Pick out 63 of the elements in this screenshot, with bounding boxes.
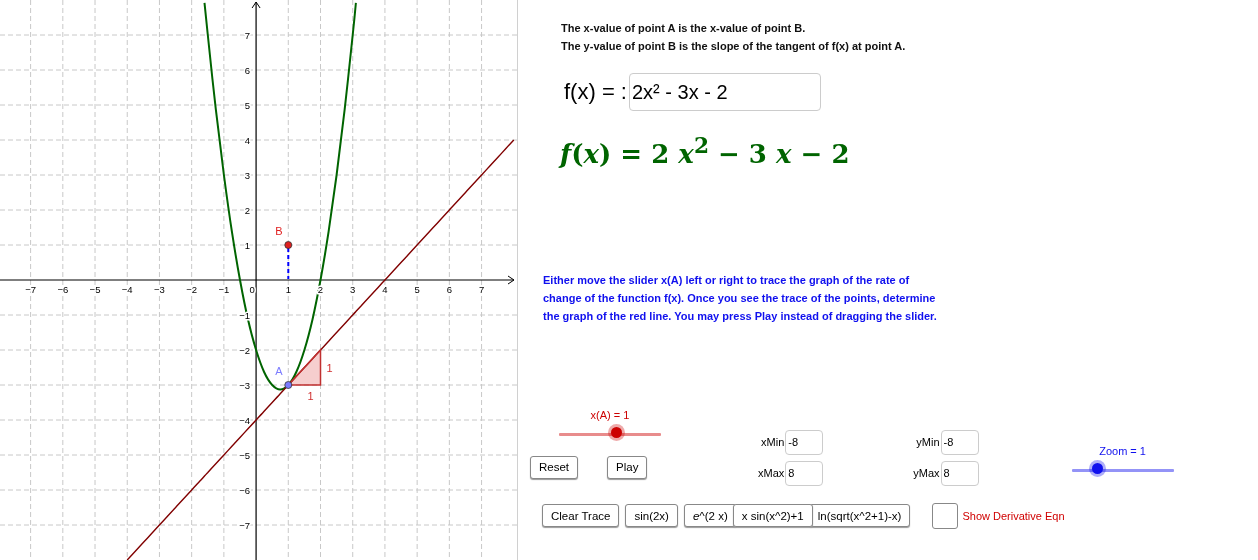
dashed-line bbox=[287, 247, 290, 280]
input-field[interactable]: 8 bbox=[940, 460, 979, 486]
field-label: xMin bbox=[760, 436, 785, 449]
field-label: xMax bbox=[758, 467, 785, 480]
slider-thumb[interactable] bbox=[1092, 462, 1104, 474]
tick-label: 4 bbox=[382, 284, 388, 295]
input-field[interactable]: -8 bbox=[940, 429, 979, 455]
rise-label: 1 bbox=[326, 361, 333, 374]
point-label: A bbox=[275, 365, 283, 377]
instruction-text: The y-value of point B is the slope of the tangent of f(x) at point A. bbox=[561, 39, 907, 54]
tick-label: −4 bbox=[121, 284, 133, 295]
control-button[interactable]: Play bbox=[607, 455, 648, 479]
run-label: 1 bbox=[307, 390, 314, 402]
field-label: yMax bbox=[913, 467, 940, 480]
tick-label: 3 bbox=[350, 284, 356, 295]
tick-label: 4 bbox=[244, 135, 251, 146]
tick-label: −7 bbox=[239, 520, 251, 531]
point-label: B bbox=[275, 225, 283, 237]
tick-label: −3 bbox=[239, 380, 251, 391]
tick-label: −1 bbox=[218, 284, 230, 295]
input-field[interactable]: 8 bbox=[785, 460, 824, 486]
function-button[interactable]: Clear Trace bbox=[542, 504, 620, 528]
function-input-field[interactable]: 2x² - 3x - 2 bbox=[628, 73, 821, 111]
tick-label: 5 bbox=[414, 284, 420, 295]
tick-label: −5 bbox=[89, 284, 101, 295]
checkbox[interactable] bbox=[932, 502, 959, 529]
input-field[interactable]: -8 bbox=[785, 429, 824, 455]
tick-label: −7 bbox=[25, 284, 36, 295]
field-label: yMin bbox=[915, 436, 940, 449]
tick-label: 2 bbox=[317, 284, 324, 295]
tick-label: 3 bbox=[244, 170, 251, 181]
slider-label: Zoom = 1 bbox=[1099, 443, 1146, 458]
slider-label: x(A) = 1 bbox=[590, 407, 630, 422]
function-button[interactable]: e^(2 x) bbox=[683, 504, 737, 528]
slider-thumb[interactable] bbox=[611, 426, 623, 438]
slider-track[interactable] bbox=[559, 432, 661, 436]
tick-label: 6 bbox=[244, 65, 251, 76]
tick-label: 1 bbox=[244, 240, 251, 251]
tick-label: 0 bbox=[249, 284, 255, 295]
function-button[interactable]: sin(2x) bbox=[625, 504, 678, 528]
tick-label: 7 bbox=[478, 284, 485, 295]
slider-track[interactable] bbox=[1071, 468, 1174, 472]
instruction-text: Either move the slider x(A) left or right to trace the graph of the rate of change of the function f(x). Once you see the trace of the points, determine the graph of the red line. You may press Play instead of dragging the slider. bbox=[543, 272, 938, 324]
control-button[interactable]: Reset bbox=[530, 455, 579, 479]
tick-label: −3 bbox=[154, 284, 165, 295]
tick-label: −6 bbox=[239, 485, 251, 496]
checkbox-label: Show Derivative Eqn bbox=[962, 509, 1065, 522]
formula-text: f(x) = 2 x$^{2}$ − 3 x − 2 bbox=[560, 132, 851, 171]
tick-label: 1 bbox=[285, 284, 291, 295]
instruction-text: The x-value of point A is the x-value of point B. bbox=[561, 21, 807, 36]
input-label: f(x) = : bbox=[564, 79, 627, 105]
tick-label: −5 bbox=[239, 450, 251, 461]
tick-label: −2 bbox=[186, 284, 198, 295]
tick-label: 2 bbox=[244, 205, 251, 216]
tick-label: 5 bbox=[244, 100, 251, 111]
tick-label: 6 bbox=[446, 284, 452, 295]
tick-label: −2 bbox=[239, 345, 251, 356]
tick-label: 7 bbox=[244, 30, 251, 41]
tick-label: −4 bbox=[239, 415, 251, 426]
function-button[interactable]: x sin(x^2)+1 bbox=[732, 504, 813, 528]
tick-label: −6 bbox=[57, 284, 69, 295]
point-marker[interactable] bbox=[284, 381, 293, 389]
point-marker[interactable] bbox=[284, 241, 293, 249]
